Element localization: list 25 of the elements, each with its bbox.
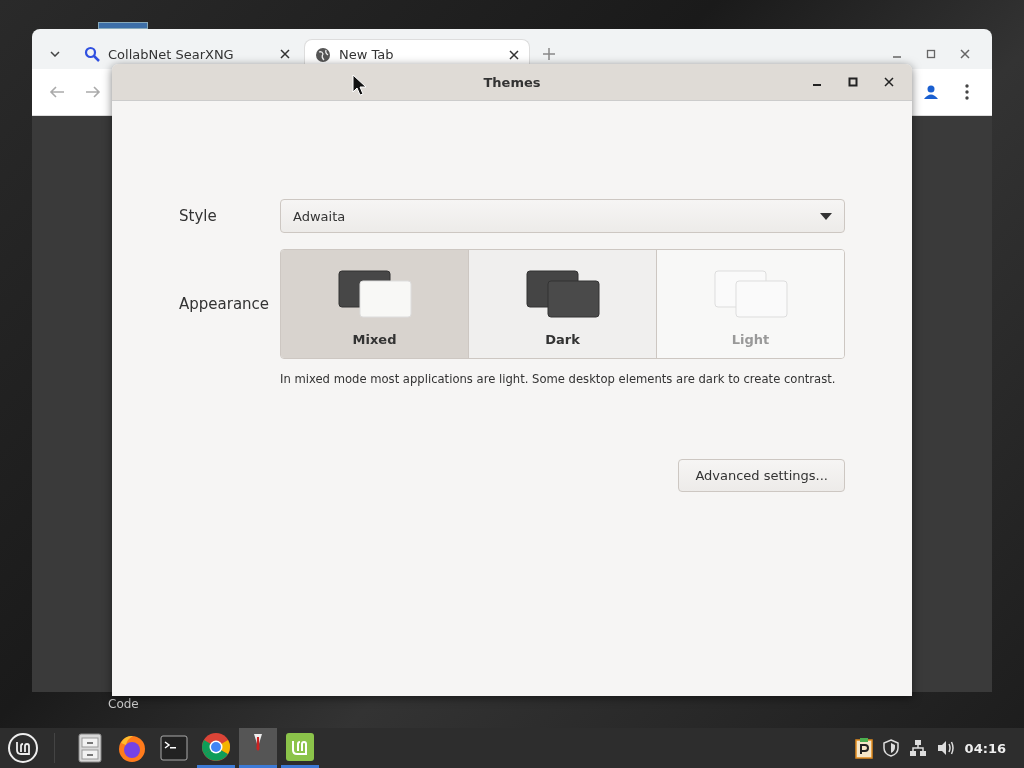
clock[interactable]: 04:16 (964, 740, 1006, 756)
clipboard-icon[interactable] (854, 737, 873, 759)
shield-icon[interactable] (882, 739, 899, 757)
window-preview-icon (713, 269, 788, 318)
window-preview-icon (525, 269, 600, 318)
style-label: Style (179, 207, 218, 225)
globe-icon (315, 46, 331, 63)
appearance-option[interactable]: Dark (469, 250, 657, 358)
desktop-icon-label: Code (108, 697, 139, 711)
advanced-settings-button[interactable]: Advanced settings... (678, 459, 845, 492)
appearance-option[interactable]: Mixed (281, 250, 469, 358)
close-tab-icon[interactable] (280, 49, 290, 59)
close-tab-icon[interactable] (509, 49, 519, 60)
search-icon (84, 46, 100, 62)
browser-tab[interactable]: CollabNet SearXNG (74, 39, 300, 69)
appearance-description: In mixed mode most applications are light. Some desktop elements are dark to create contrast. (280, 371, 836, 387)
volume-icon[interactable] (936, 740, 955, 756)
suit-icon[interactable] (239, 728, 277, 768)
appearance-label: Appearance (179, 295, 271, 313)
window-title: Themes (483, 74, 541, 90)
style-dropdown[interactable]: Adwaita (280, 199, 845, 233)
network-icon[interactable] (908, 739, 927, 757)
window-preview-icon (337, 269, 412, 318)
dropdown-arrow-icon (820, 212, 832, 220)
mouse-pointer-icon (352, 74, 368, 96)
